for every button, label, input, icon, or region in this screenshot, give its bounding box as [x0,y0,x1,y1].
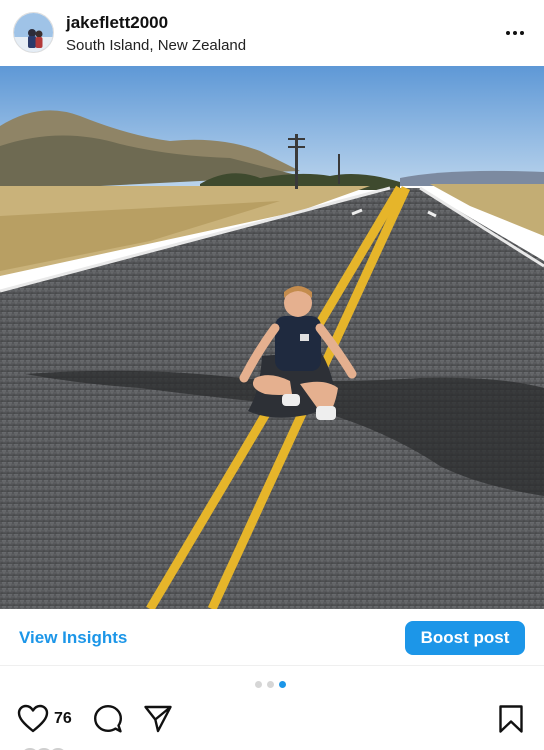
send-icon[interactable] [143,704,173,734]
location[interactable]: South Island, New Zealand [66,36,246,56]
carousel-dot [255,681,262,688]
user-info: jakeflett2000 South Island, New Zealand [66,13,246,56]
like-count[interactable]: 76 [54,710,72,728]
avatar[interactable] [13,12,54,53]
carousel-indicator [255,681,286,688]
likers-avatars[interactable] [22,744,72,750]
view-insights-link[interactable]: View Insights [19,628,127,648]
username[interactable]: jakeflett2000 [66,13,246,33]
carousel-dot-active [279,681,286,688]
comment-icon[interactable] [93,704,123,734]
carousel-dot [267,681,274,688]
post-header: jakeflett2000 South Island, New Zealand [0,0,544,66]
action-bar: 76 [0,700,544,740]
insights-bar: View Insights Boost post [0,609,544,666]
more-horizontal-icon[interactable] [504,22,526,44]
post-photo[interactable] [0,66,544,609]
heart-icon[interactable] [17,704,49,734]
bookmark-icon[interactable] [498,704,524,734]
boost-post-button[interactable]: Boost post [405,621,525,655]
